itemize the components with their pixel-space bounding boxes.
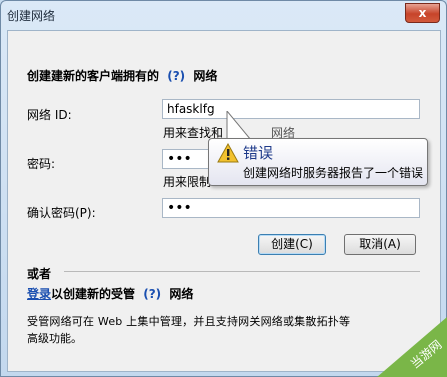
login-link[interactable]: 登录	[27, 287, 51, 301]
managed-text: 以创建新的受管	[51, 287, 136, 301]
confirm-password-input[interactable]: •••	[162, 198, 420, 218]
managed-network-line: 登录以创建新的受管 (?) 网络	[27, 285, 193, 302]
managed-description-line2: 高级功能。	[27, 332, 82, 345]
title-bar[interactable]: 创建网络 x	[1, 1, 446, 29]
password-hint: 用来限制	[163, 175, 212, 189]
cancel-button[interactable]: 取消(A)	[344, 234, 416, 255]
warning-icon	[217, 143, 239, 163]
heading-suffix: 网络	[193, 69, 218, 83]
create-client-owned-heading: 创建建新的客户端拥有的 (?) 网络	[27, 67, 217, 84]
tooltip-title: 错误	[243, 144, 274, 162]
tooltip-message: 创建网络时服务器报告了一个错误	[243, 166, 424, 180]
separator-line	[64, 271, 420, 272]
password-label: 密码:	[27, 157, 56, 171]
managed-help-link[interactable]: (?)	[143, 287, 161, 301]
heading-text: 创建建新的客户端拥有的	[27, 69, 160, 83]
network-id-label: 网络 ID:	[27, 108, 72, 122]
error-tooltip: 错误 创建网络时服务器报告了一个错误	[208, 138, 428, 186]
managed-description-line1: 受管网络可在 Web 上集中管理，并且支持网关网络或集散拓扑等	[27, 315, 351, 328]
dialog-body: 创建建新的客户端拥有的 (?) 网络 网络 ID: hfasklfg 用来查找和…	[7, 30, 441, 372]
close-button[interactable]: x	[405, 3, 440, 23]
or-label: 或者	[27, 267, 52, 281]
watermark-logo: 当游网	[377, 317, 447, 377]
create-button[interactable]: 创建(C)	[258, 234, 326, 255]
managed-suffix: 网络	[169, 287, 194, 301]
help-link[interactable]: (?)	[167, 69, 185, 83]
tooltip-pointer	[226, 111, 253, 141]
network-id-input[interactable]: hfasklfg	[162, 99, 420, 119]
window-title: 创建网络	[7, 9, 56, 23]
confirm-password-label: 确认密码(P):	[27, 206, 96, 220]
